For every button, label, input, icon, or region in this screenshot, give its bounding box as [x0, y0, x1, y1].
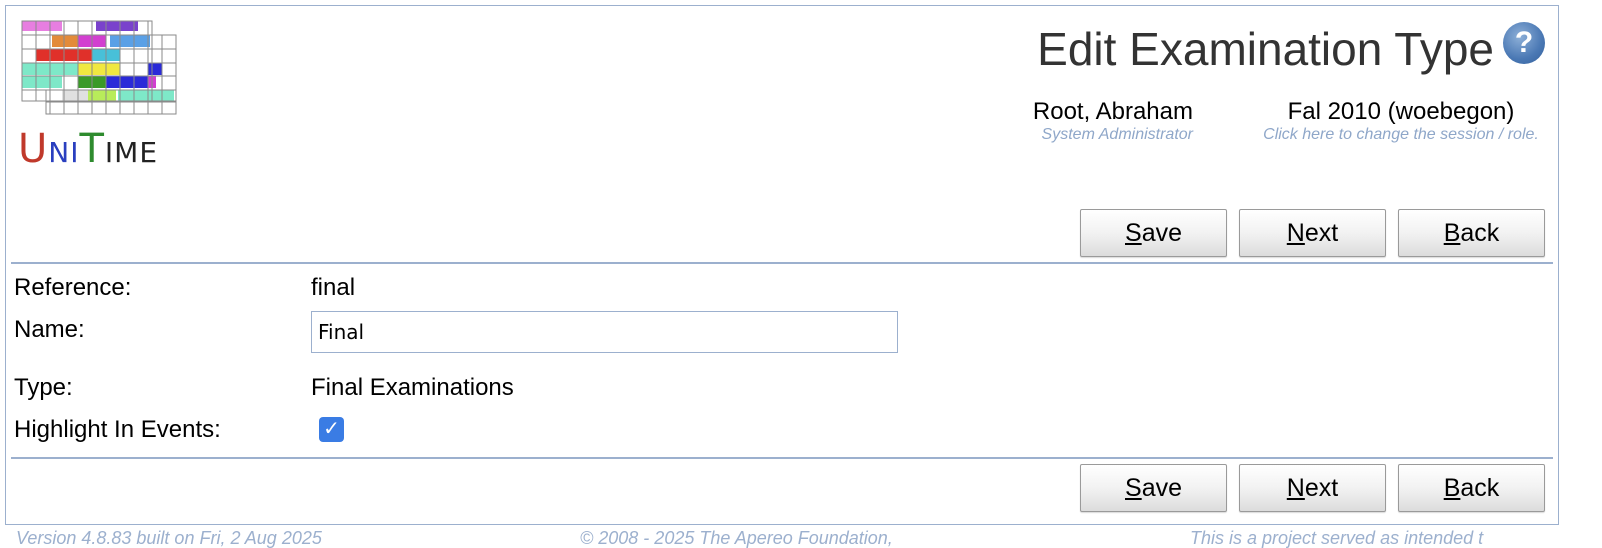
save-button[interactable]: Save	[1080, 209, 1227, 257]
next-button-bottom[interactable]: Next	[1239, 464, 1386, 512]
help-icon[interactable]: ?	[1503, 22, 1545, 64]
session-name: Fal 2010 (woebegon)	[1287, 98, 1515, 125]
highlight-in-events-checkbox[interactable]: ✓	[319, 417, 344, 442]
back-mnemonic: B	[1443, 218, 1461, 247]
logo-letters-ni: NI	[48, 136, 80, 169]
save-mnemonic: S	[1125, 218, 1142, 247]
save-mnemonic: S	[1125, 473, 1142, 502]
name-label: Name:	[14, 316, 85, 343]
type-value: Final Examinations	[311, 374, 514, 401]
footer-version: Version 4.8.83 built on Fri, 2 Aug 2025	[16, 528, 322, 548]
user-info[interactable]: Root, Abraham System Administrator	[1017, 98, 1193, 144]
save-label: ave	[1141, 473, 1182, 502]
logo-wordmark: UNITIME	[18, 126, 158, 172]
user-role: System Administrator	[1041, 126, 1193, 143]
next-mnemonic: N	[1286, 218, 1305, 247]
save-button-bottom[interactable]: Save	[1080, 464, 1227, 512]
header-divider	[11, 262, 1553, 264]
session-change-hint: Click here to change the session / role.	[1263, 126, 1539, 143]
highlight-in-events-label: Highlight In Events:	[14, 416, 221, 443]
name-input[interactable]	[311, 311, 898, 353]
back-button-bottom[interactable]: Back	[1398, 464, 1545, 512]
logo-letter-t: T	[79, 126, 105, 172]
next-button[interactable]: Next	[1239, 209, 1386, 257]
timetable-grid-icon	[21, 20, 177, 115]
footer-divider	[11, 457, 1553, 459]
page-frame: UNITIME Edit Examination Type ? Root, Ab…	[5, 5, 1559, 525]
logo-letters-ime: IME	[104, 136, 159, 169]
top-button-bar: Save Next Back	[1080, 209, 1545, 257]
user-name: Root, Abraham	[1032, 98, 1193, 125]
footer-copyright[interactable]: © 2008 - 2025 The Apereo Foundation,	[580, 528, 893, 548]
reference-label: Reference:	[14, 274, 132, 301]
save-label: ave	[1141, 218, 1182, 247]
footer-notice: This is a project served as intended t	[1190, 528, 1484, 548]
back-mnemonic: B	[1443, 473, 1461, 502]
back-label: ack	[1460, 473, 1500, 502]
page-title: Edit Examination Type	[1037, 23, 1494, 75]
logo-letter-u: U	[18, 126, 49, 172]
next-label: ext	[1304, 218, 1339, 247]
reference-value: final	[311, 274, 356, 301]
next-mnemonic: N	[1286, 473, 1305, 502]
type-label: Type:	[14, 374, 73, 401]
page-footer: Version 4.8.83 built on Fri, 2 Aug 2025 …	[0, 528, 1602, 548]
next-label: ext	[1304, 473, 1339, 502]
session-info[interactable]: Fal 2010 (woebegon) Click here to change…	[1246, 98, 1556, 144]
back-label: ack	[1460, 218, 1500, 247]
unitime-logo[interactable]: UNITIME	[18, 18, 178, 182]
bottom-button-bar: Save Next Back	[1080, 464, 1545, 512]
back-button[interactable]: Back	[1398, 209, 1545, 257]
